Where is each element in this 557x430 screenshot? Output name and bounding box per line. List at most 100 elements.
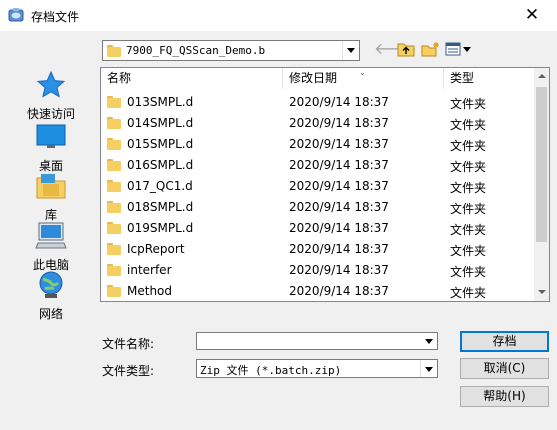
folder-icon bbox=[107, 138, 121, 150]
location-path: 7900_FQ_QSScan_Demo.b bbox=[126, 44, 266, 57]
file-type: 文件夹 bbox=[450, 160, 487, 174]
file-name: 017_QC1.d bbox=[127, 179, 193, 193]
file-rows: 013SMPL.d 2020/9/14 18:37 文件夹 014SMPL.d 2020… bbox=[101, 91, 534, 301]
file-row[interactable]: 015SMPL.d 2020/9/14 18:37 文件夹 bbox=[101, 133, 534, 154]
star-icon bbox=[36, 70, 66, 98]
filetype-label: 文件类型: bbox=[102, 364, 155, 378]
app-icon bbox=[8, 8, 24, 22]
place-label: 网络 bbox=[38, 307, 63, 321]
folder-icon bbox=[107, 264, 121, 276]
list-header: 名称 修改日期 类型 ⌄ bbox=[101, 68, 534, 89]
file-type: 文件夹 bbox=[450, 244, 487, 258]
place-desktop[interactable]: 桌面 bbox=[16, 121, 86, 174]
file-date: 2020/9/14 18:37 bbox=[289, 179, 389, 193]
file-row[interactable]: 018SMPL.d 2020/9/14 18:37 文件夹 bbox=[101, 196, 534, 217]
file-name: interfer bbox=[127, 263, 172, 277]
file-date: 2020/9/14 18:37 bbox=[289, 284, 389, 298]
cancel-button[interactable]: 取消(C) bbox=[460, 358, 549, 379]
file-name: 014SMPL.d bbox=[127, 116, 194, 130]
file-name: 015SMPL.d bbox=[127, 137, 194, 151]
file-row[interactable]: 017_QC1.d 2020/9/14 18:37 文件夹 bbox=[101, 175, 534, 196]
place-quick-access[interactable]: 快速访问 bbox=[16, 69, 86, 122]
column-header-type[interactable]: 类型 bbox=[444, 68, 534, 89]
file-name-cell: 015SMPL.d bbox=[107, 137, 193, 151]
scrollbar-thumb[interactable] bbox=[536, 87, 547, 242]
file-date: 2020/9/14 18:37 bbox=[289, 200, 389, 214]
file-row[interactable]: 019SMPL.d 2020/9/14 18:37 文件夹 bbox=[101, 217, 534, 238]
file-name-cell: 013SMPL.d bbox=[107, 95, 193, 109]
file-name: 018SMPL.d bbox=[127, 200, 194, 214]
save-button[interactable]: 存档 bbox=[460, 331, 549, 352]
help-button[interactable]: 帮助(H) bbox=[460, 386, 549, 407]
file-row[interactable]: 013SMPL.d 2020/9/14 18:37 文件夹 bbox=[101, 91, 534, 112]
place-this-pc[interactable]: 此电脑 bbox=[16, 220, 86, 273]
filetype-value: Zip 文件 (*.batch.zip) bbox=[200, 364, 342, 377]
file-date: 2020/9/14 18:37 bbox=[289, 95, 389, 109]
file-row[interactable]: Method 2020/9/14 18:37 文件夹 bbox=[101, 280, 534, 301]
file-date: 2020/9/14 18:37 bbox=[289, 116, 389, 130]
file-name-cell: 019SMPL.d bbox=[107, 221, 193, 235]
file-type: 文件夹 bbox=[450, 286, 487, 300]
network-icon bbox=[39, 271, 63, 298]
back-arrow-icon[interactable]: 🡐 bbox=[374, 40, 417, 58]
column-header-name[interactable]: 名称 bbox=[101, 68, 283, 89]
file-name-cell: IcpReport bbox=[107, 242, 185, 256]
location-dropdown[interactable]: 7900_FQ_QSScan_Demo.b bbox=[102, 40, 360, 61]
title-bar bbox=[0, 0, 557, 31]
scroll-down-icon[interactable] bbox=[534, 284, 549, 301]
close-button[interactable]: ✕ bbox=[519, 5, 545, 25]
new-folder-icon[interactable] bbox=[421, 41, 441, 57]
place-label: 快速访问 bbox=[26, 107, 75, 121]
up-folder-icon[interactable] bbox=[397, 41, 415, 57]
folder-icon bbox=[107, 45, 121, 57]
file-name: 013SMPL.d bbox=[127, 95, 194, 109]
filename-input[interactable] bbox=[196, 332, 438, 350]
computer-icon bbox=[35, 222, 67, 249]
file-list[interactable]: 名称 修改日期 类型 ⌄ 013SMPL.d 2020/9/14 18:37 文件夹… bbox=[100, 67, 550, 302]
sort-chevron-icon: ⌄ bbox=[359, 68, 366, 77]
file-date: 2020/9/14 18:37 bbox=[289, 242, 389, 256]
filetype-select[interactable]: Zip 文件 (*.batch.zip) bbox=[196, 359, 438, 378]
file-name-cell: 017_QC1.d bbox=[107, 179, 193, 193]
file-type: 文件夹 bbox=[450, 97, 487, 111]
file-date: 2020/9/14 18:37 bbox=[289, 137, 389, 151]
desktop-icon bbox=[36, 124, 66, 148]
place-library[interactable]: 库 bbox=[16, 170, 86, 223]
file-row[interactable]: interfer 2020/9/14 18:37 文件夹 bbox=[101, 259, 534, 280]
file-name-cell: 014SMPL.d bbox=[107, 116, 193, 130]
file-name-cell: interfer bbox=[107, 263, 172, 277]
file-type: 文件夹 bbox=[450, 202, 487, 216]
file-row[interactable]: 014SMPL.d 2020/9/14 18:37 文件夹 bbox=[101, 112, 534, 133]
library-icon bbox=[36, 174, 66, 199]
file-row[interactable]: IcpReport 2020/9/14 18:37 文件夹 bbox=[101, 238, 534, 259]
file-name: 016SMPL.d bbox=[127, 158, 194, 172]
file-name: 019SMPL.d bbox=[127, 221, 194, 235]
file-name-cell: Method bbox=[107, 284, 172, 298]
file-type: 文件夹 bbox=[450, 118, 487, 132]
chevron-down-icon[interactable] bbox=[421, 333, 437, 349]
file-type: 文件夹 bbox=[450, 223, 487, 237]
folder-icon bbox=[107, 201, 121, 213]
place-network[interactable]: 网络 bbox=[16, 269, 86, 322]
file-date: 2020/9/14 18:37 bbox=[289, 221, 389, 235]
folder-icon bbox=[107, 96, 121, 108]
file-name-cell: 018SMPL.d bbox=[107, 200, 193, 214]
chevron-down-icon[interactable] bbox=[420, 360, 437, 377]
window-title: 存档文件 bbox=[31, 10, 80, 24]
file-date: 2020/9/14 18:37 bbox=[289, 158, 389, 172]
file-type: 文件夹 bbox=[450, 181, 487, 195]
scroll-up-icon[interactable] bbox=[534, 68, 549, 85]
folder-icon bbox=[107, 117, 121, 129]
file-name: Method bbox=[127, 284, 173, 298]
folder-icon bbox=[107, 285, 121, 297]
file-row[interactable]: 016SMPL.d 2020/9/14 18:37 文件夹 bbox=[101, 154, 534, 175]
chevron-down-icon[interactable] bbox=[342, 41, 359, 60]
file-type: 文件夹 bbox=[450, 139, 487, 153]
view-menu-icon[interactable] bbox=[445, 41, 473, 57]
folder-icon bbox=[107, 159, 121, 171]
file-name-cell: 016SMPL.d bbox=[107, 158, 193, 172]
folder-icon bbox=[107, 243, 121, 255]
folder-icon bbox=[107, 222, 121, 234]
filename-label: 文件名称: bbox=[102, 337, 155, 351]
vertical-scrollbar[interactable] bbox=[534, 68, 549, 301]
